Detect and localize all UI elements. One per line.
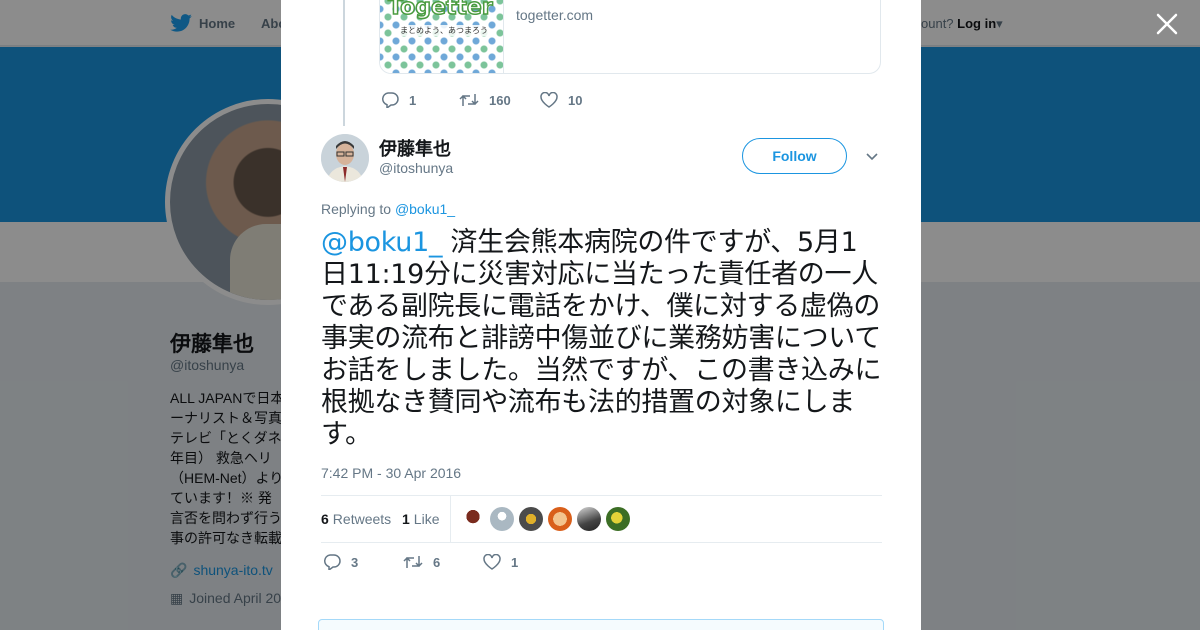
tweet-stats: 6 Retweets 1 Like [321, 495, 882, 543]
tweet-permalink-modal: Togetter まとめよう、あつまろう togetter.com 1 160 … [281, 0, 921, 630]
card-tagline: まとめよう、あつまろう [400, 25, 488, 36]
retweeter-avatar[interactable] [606, 507, 630, 531]
tweet-timestamp[interactable]: 7:42 PM - 30 Apr 2016 [321, 465, 461, 481]
retweeter-avatar[interactable] [490, 507, 514, 531]
like-button[interactable]: 1 [483, 554, 518, 570]
reply-icon [323, 554, 341, 570]
tweet-body: 済生会熊本病院の件ですが、5月1日11:19分に災害対応に当たった責任者の一人で… [321, 227, 882, 450]
close-icon[interactable] [1154, 11, 1180, 37]
card-domain: togetter.com [516, 7, 594, 23]
retweet-icon [403, 556, 423, 568]
reply-count: 3 [351, 554, 359, 570]
link-preview-card[interactable]: Togetter まとめよう、あつまろう togetter.com [379, 0, 881, 74]
tweet-text: @boku1_ 済生会熊本病院の件ですが、5月1日11:19分に災害対応に当たっ… [321, 227, 883, 451]
likes-stat-count: 1 [402, 511, 410, 527]
replying-to: Replying to @boku1_ [321, 201, 455, 217]
card-image: Togetter まとめよう、あつまろう [380, 0, 504, 73]
retweet-button[interactable]: 160 [459, 92, 540, 108]
heart-icon [483, 554, 501, 570]
reply-compose-box[interactable] [318, 619, 884, 630]
reply-count: 1 [409, 92, 417, 108]
retweeter-avatar[interactable] [577, 507, 601, 531]
follow-button[interactable]: Follow [742, 138, 847, 174]
reply-button[interactable]: 3 [323, 554, 403, 570]
like-count: 1 [511, 554, 519, 570]
retweet-button[interactable]: 6 [403, 554, 483, 570]
likes-stat-label: Like [413, 511, 440, 527]
retweets-stat-label: Retweets [332, 511, 392, 527]
author-avatar[interactable] [321, 134, 369, 182]
reply-button[interactable]: 1 [381, 92, 459, 108]
retweeter-avatars [461, 507, 630, 531]
retweet-icon [459, 94, 479, 106]
previous-tweet-actions: 1 160 10 [381, 92, 582, 108]
thread-connector-line [343, 0, 345, 126]
replying-to-link[interactable]: @boku1_ [395, 201, 455, 217]
like-count: 10 [568, 92, 583, 108]
replying-label: Replying to [321, 201, 392, 217]
heart-icon [540, 92, 558, 108]
author-photo [321, 134, 369, 182]
likes-stat[interactable]: 1 Like [402, 511, 439, 527]
retweet-count: 160 [489, 92, 511, 108]
retweet-count: 6 [433, 554, 441, 570]
reply-icon [381, 92, 399, 108]
chevron-down-icon[interactable] [865, 150, 879, 164]
author-handle[interactable]: @itoshunya [379, 160, 453, 176]
mention-link[interactable]: @boku1_ [321, 227, 442, 258]
like-button[interactable]: 10 [540, 92, 582, 108]
retweets-stat-count: 6 [321, 511, 329, 527]
author-name[interactable]: 伊藤隼也 [379, 135, 451, 161]
retweeter-avatar[interactable] [548, 507, 572, 531]
togetter-logo: Togetter [387, 0, 493, 21]
retweeter-avatar[interactable] [461, 507, 485, 531]
stats-divider [450, 496, 451, 542]
retweeter-avatar[interactable] [519, 507, 543, 531]
tweet-actions: 3 6 1 [323, 554, 518, 570]
retweets-stat[interactable]: 6 Retweets [321, 511, 391, 527]
